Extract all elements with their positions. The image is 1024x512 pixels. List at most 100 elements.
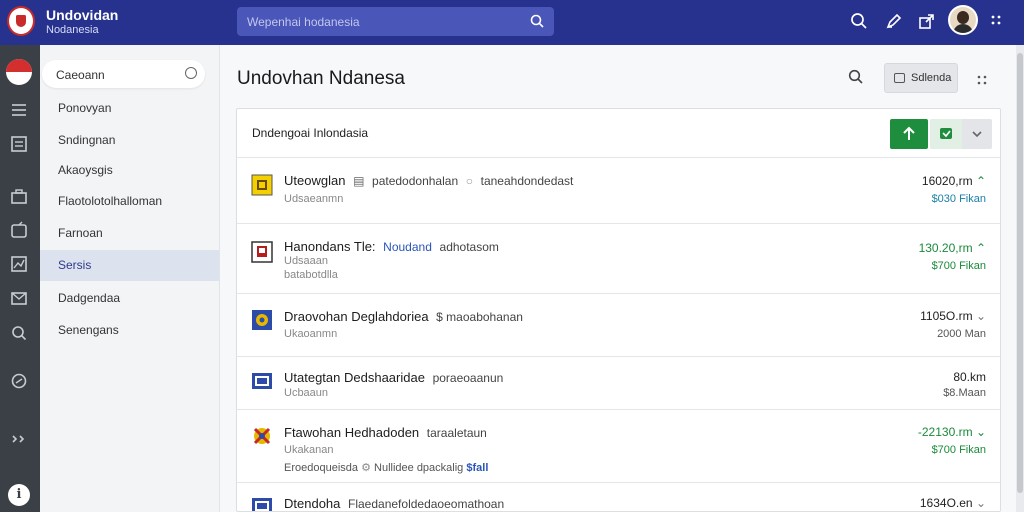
share-icon[interactable] xyxy=(918,12,938,32)
icon-rail: i xyxy=(0,45,40,512)
table-row[interactable]: Draovohan Deglahdoriea $ maoabohanan Uka… xyxy=(237,294,1000,357)
search-icon[interactable] xyxy=(530,14,544,33)
edit-icon[interactable] xyxy=(885,12,905,32)
global-search xyxy=(237,7,554,36)
action-button-label: Sdlenda xyxy=(911,72,952,84)
coin-icon xyxy=(251,174,273,196)
brand-title: Undovidan xyxy=(46,7,119,23)
avatar[interactable] xyxy=(948,5,978,35)
emblem-icon xyxy=(251,309,273,331)
table-row[interactable]: Utategtan Dedshaaridae poraeoaanun Ucbaa… xyxy=(237,357,1000,410)
card-icon xyxy=(251,495,273,511)
dropdown-button[interactable] xyxy=(962,119,992,149)
row-amount: 130.20,rm ⌃ xyxy=(918,241,986,255)
brand-subtitle: Nodanesia xyxy=(46,24,99,36)
row-amount: -22130.rm ⌄ xyxy=(917,425,986,439)
row-tag: patedodonhalan xyxy=(372,174,459,188)
row-amount: 1105O.rm ⌄ xyxy=(920,309,986,323)
row-subtitle: Ukakanan xyxy=(284,444,334,456)
row-tag: $ maoabohanan xyxy=(436,310,523,324)
table-row[interactable]: Hanondans Tle: Noudand adhotasom Udsaaan… xyxy=(237,224,1000,294)
main-content: Undovhan Ndanesa Sdlenda Dndengoai Inlon… xyxy=(220,45,1016,512)
card-title: Dndengoai Inlondasia xyxy=(252,126,369,140)
expand-icon[interactable] xyxy=(10,430,28,448)
settings-icon[interactable] xyxy=(10,372,28,390)
trend-up-icon: ⌃ xyxy=(975,174,986,188)
row-name: Dtendoha Flaedanefoldedaoeomathoan xyxy=(284,496,505,511)
more-options-icon[interactable] xyxy=(976,73,988,85)
row-amount: 1634O.en ⌄ xyxy=(919,496,986,510)
row-subtitle: Udsaaan xyxy=(284,255,329,267)
wallet-icon[interactable] xyxy=(10,188,28,206)
scrollbar-thumb[interactable] xyxy=(1017,53,1023,493)
nav-item[interactable]: Ponovyan xyxy=(40,93,219,124)
row-amount: 16020,rm ⌃ xyxy=(921,174,986,188)
row-name: Hanondans Tle: Noudand adhotasom xyxy=(284,239,499,254)
row-name: Ftawohan Hedhadoden taraaletaun xyxy=(284,425,487,440)
row-amount-sub: $700 Fikan xyxy=(931,444,986,456)
search-icon[interactable] xyxy=(848,69,864,90)
side-nav: Caeoann Ponovyan Sndingnan Akaoysgis Fla… xyxy=(40,45,220,512)
top-bar: Undovidan Nodanesia xyxy=(0,0,1024,45)
row-tag: taneahdondedast xyxy=(480,174,574,188)
row-tag: adhotasom xyxy=(439,240,499,254)
trend-up-icon: ⌃ xyxy=(975,241,986,255)
card-icon xyxy=(251,370,273,392)
row-tag: Flaedanefoldedaoeomathoan xyxy=(348,497,505,511)
nav-item[interactable]: Akaoysgis xyxy=(40,155,219,186)
row-amount-sub: $8.Maan xyxy=(943,387,986,399)
sidebar-toggle-button[interactable]: Sdlenda xyxy=(884,63,958,93)
scrollbar[interactable] xyxy=(1016,45,1024,512)
card-header: Dndengoai Inlondasia xyxy=(237,109,1000,158)
row-amount: 80.km xyxy=(953,370,986,384)
flag-icon[interactable] xyxy=(6,59,32,85)
search-icon[interactable] xyxy=(10,324,28,342)
search-input[interactable] xyxy=(237,7,517,36)
document-icon[interactable] xyxy=(10,135,28,153)
apps-grid-icon[interactable] xyxy=(990,14,1010,34)
search-icon[interactable] xyxy=(850,12,870,32)
trend-down-icon: ⌄ xyxy=(975,425,986,439)
list-icon[interactable] xyxy=(10,101,28,119)
transactions-card: Dndengoai Inlondasia Uteowglan ▤ patedod… xyxy=(236,108,1001,512)
row-tag: taraaletaun xyxy=(426,426,487,440)
row-amount-sub: $030 Fikan xyxy=(931,193,986,205)
nav-item-active[interactable]: Sersis xyxy=(40,250,219,281)
nav-item[interactable]: Flaotolotolhalloman xyxy=(40,186,219,217)
info-icon[interactable]: i xyxy=(8,484,30,506)
gear-icon: ⚙ xyxy=(361,462,371,474)
row-subtitle: Ukaoanmn xyxy=(284,328,338,340)
row-amount-sub: $700 Fikan xyxy=(931,260,986,272)
row-tag: poraeoaanun xyxy=(432,371,504,385)
folder-icon[interactable] xyxy=(10,221,28,239)
row-subtitle: Ucbaaun xyxy=(284,387,329,399)
row-name: Draovohan Deglahdoriea $ maoabohanan xyxy=(284,309,523,324)
table-row[interactable]: Uteowglan ▤ patedodonhalan ○ taneahdonde… xyxy=(237,158,1000,224)
trend-down-icon: ⌄ xyxy=(975,496,986,510)
search-icon[interactable] xyxy=(185,67,197,79)
panel-icon xyxy=(894,73,905,83)
badge-icon xyxy=(251,241,273,263)
nav-item[interactable]: Dadgendaa xyxy=(40,283,219,314)
row-name: Utategtan Dedshaaridae poraeoaanun xyxy=(284,370,504,385)
nav-item[interactable]: Senengans xyxy=(40,315,219,346)
brand-logo[interactable] xyxy=(7,6,35,36)
table-row[interactable]: Dtendoha Flaedanefoldedaoeomathoan 1634O… xyxy=(237,483,1000,511)
nav-item[interactable]: Farnoan xyxy=(40,218,219,249)
table-row[interactable]: Ftawohan Hedhadoden taraaletaun Ukakanan… xyxy=(237,410,1000,483)
trend-down-icon: ⌄ xyxy=(975,309,986,323)
nav-item[interactable]: Sndingnan xyxy=(40,125,219,156)
row-subtitle: Udsaeanmn xyxy=(284,193,344,205)
row-subtitle-2: batabotdlla xyxy=(284,269,338,281)
row-tag: Noudand xyxy=(383,240,432,254)
row-detail: Eroedoqueisda ⚙ Nullidee dpackalig $fall xyxy=(284,462,489,474)
crest-icon xyxy=(251,425,273,447)
row-name: Uteowglan ▤ patedodonhalan ○ taneahdonde… xyxy=(284,173,574,188)
nav-search[interactable]: Caeoann xyxy=(42,60,205,88)
view-button[interactable] xyxy=(930,119,962,149)
nav-search-label: Caeoann xyxy=(56,68,105,82)
mail-icon[interactable] xyxy=(10,289,28,307)
chart-icon[interactable] xyxy=(10,255,28,273)
page-title: Undovhan Ndanesa xyxy=(237,68,405,89)
upload-button[interactable] xyxy=(890,119,928,149)
